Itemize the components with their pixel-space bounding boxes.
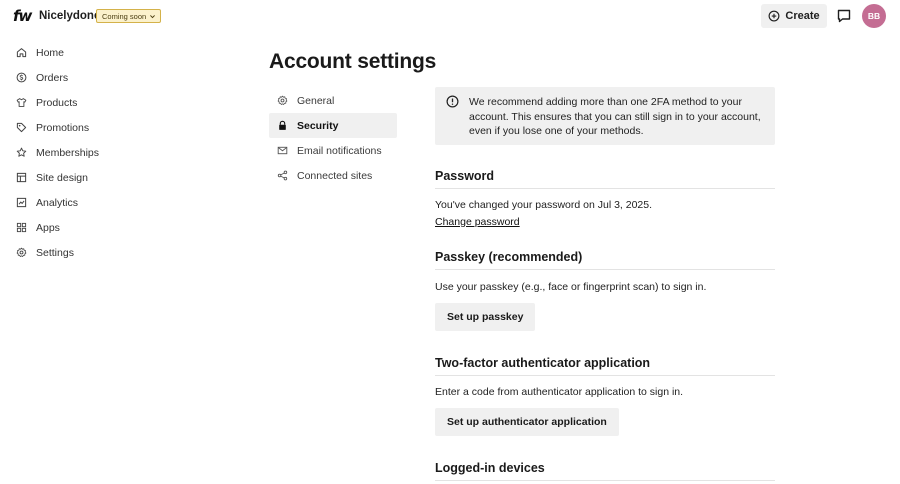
products-icon — [16, 98, 27, 107]
subnav-item-security[interactable]: Security — [269, 113, 397, 138]
home-icon — [16, 48, 27, 58]
logged-in-devices-section-title: Logged-in devices — [435, 461, 775, 481]
notice-text: We recommend adding more than one 2FA me… — [469, 96, 761, 137]
sidebar-item-products[interactable]: Products — [0, 90, 200, 115]
sidebar-item-analytics[interactable]: Analytics — [0, 190, 200, 215]
avatar[interactable]: BB — [862, 4, 886, 28]
sidebar-item-site-design[interactable]: Site design — [0, 165, 200, 190]
change-password-link[interactable]: Change password — [435, 216, 520, 228]
password-section-title: Password — [435, 169, 775, 189]
apps-icon — [16, 222, 27, 233]
status-badge[interactable]: Coming soon — [96, 9, 162, 23]
sidebar-item-label: Analytics — [36, 196, 79, 209]
two-factor-section-title: Two-factor authenticator application — [435, 356, 775, 376]
page-title: Account settings — [269, 50, 437, 73]
sidebar-item-memberships[interactable]: Memberships — [0, 140, 200, 165]
status-badge-label: Coming soon — [102, 11, 147, 21]
message-icon[interactable] — [836, 8, 852, 24]
two-factor-text: Enter a code from authenticator applicat… — [435, 386, 684, 398]
sidebar-item-label: Home — [36, 46, 65, 59]
sidebar-item-promotions[interactable]: Promotions — [0, 115, 200, 140]
chevron-down-icon — [150, 14, 156, 18]
settings-subnav: General Security Email notifications Con… — [269, 88, 397, 188]
site-name[interactable]: Nicelydone — [39, 10, 100, 22]
passkey-section-title: Passkey (recommended) — [435, 250, 775, 270]
passkey-text: Use your passkey (e.g., face or fingerpr… — [435, 281, 707, 293]
set-up-authenticator-button[interactable]: Set up authenticator application — [435, 408, 619, 436]
chart-icon — [16, 197, 27, 208]
gear-icon — [277, 95, 288, 105]
sidebar-item-home[interactable]: Home — [0, 40, 200, 65]
sidebar-item-label: Settings — [36, 246, 74, 259]
orders-icon — [16, 72, 27, 83]
star-icon — [16, 147, 27, 157]
sidebar-item-label: Site design — [36, 171, 88, 184]
share-icon — [277, 170, 288, 181]
info-icon — [446, 95, 459, 108]
gear-icon — [16, 247, 27, 257]
lock-icon — [279, 120, 286, 130]
subnav-item-email-notifications[interactable]: Email notifications — [269, 138, 397, 163]
sidebar-item-apps[interactable]: Apps — [0, 215, 200, 240]
mail-icon — [277, 146, 288, 155]
tag-icon — [16, 122, 27, 133]
sidebar-item-orders[interactable]: Orders — [0, 65, 200, 90]
notice-box: We recommend adding more than one 2FA me… — [435, 87, 775, 145]
sidebar: Home Orders Products Promotions Membersh… — [0, 40, 200, 265]
sidebar-item-label: Products — [36, 96, 78, 109]
subnav-item-general[interactable]: General — [269, 88, 397, 113]
subnav-item-label: General — [297, 94, 335, 107]
subnav-item-connected-sites[interactable]: Connected sites — [269, 163, 397, 188]
sidebar-item-label: Apps — [36, 221, 60, 234]
sidebar-item-settings[interactable]: Settings — [0, 240, 200, 265]
set-up-passkey-button[interactable]: Set up passkey — [435, 303, 536, 331]
create-button-label: Create — [785, 10, 820, 22]
security-content: We recommend adding more than one 2FA me… — [435, 87, 775, 481]
layout-icon — [16, 172, 27, 183]
plus-circle-icon — [768, 10, 780, 22]
sidebar-item-label: Promotions — [36, 121, 90, 134]
sidebar-item-label: Memberships — [36, 146, 100, 159]
sidebar-item-label: Orders — [36, 71, 69, 84]
create-button[interactable]: Create — [761, 4, 827, 28]
brand-logo[interactable]: fw — [13, 7, 32, 25]
password-status-text: You've changed your password on Jul 3, 2… — [435, 199, 653, 211]
subnav-item-label: Connected sites — [297, 169, 373, 182]
subnav-item-label: Security — [297, 119, 339, 132]
subnav-item-label: Email notifications — [297, 144, 382, 157]
